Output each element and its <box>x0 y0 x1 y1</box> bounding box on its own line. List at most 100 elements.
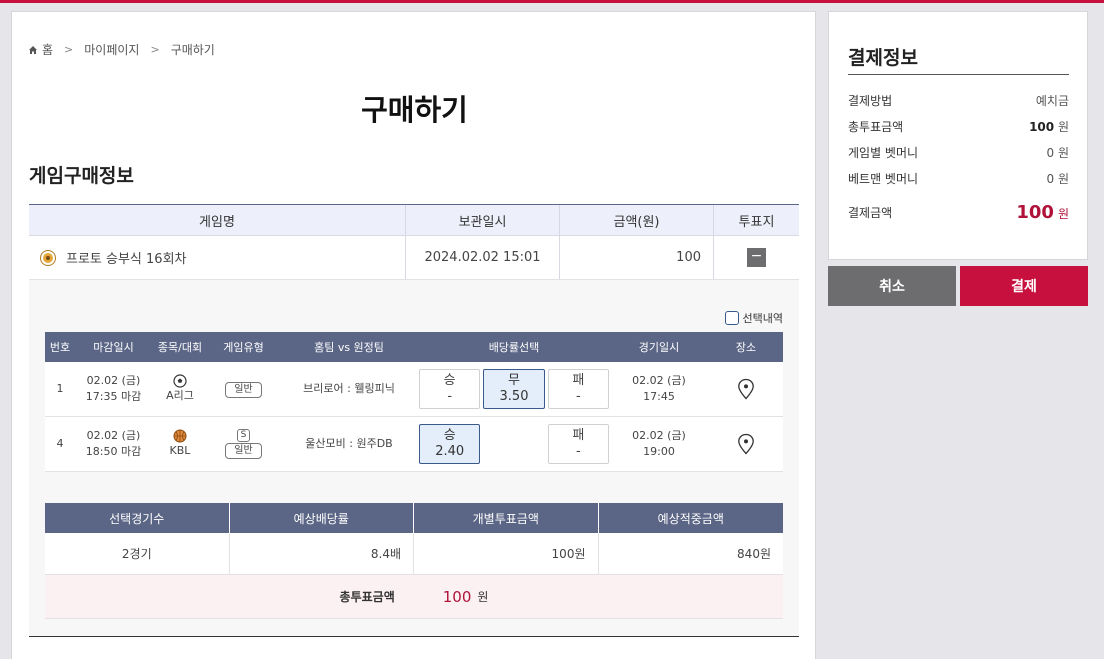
select-history-label: 선택내역 <box>742 312 783 325</box>
chevron-right-icon: > <box>150 43 160 56</box>
breadcrumb: 홈 > 마이페이지 > 구매하기 <box>28 41 215 58</box>
league-name: KBL <box>169 444 191 457</box>
payment-total-value: 100 <box>1016 202 1054 223</box>
match-date: 02.02 (금) <box>632 374 686 387</box>
odds-cell: 승- 무 3.50 패- <box>419 369 609 409</box>
payment-title: 결제정보 <box>848 47 918 69</box>
breadcrumb-mypage[interactable]: 마이페이지 <box>84 41 139 58</box>
expected-payout: 840원 <box>737 547 771 561</box>
game-betmoney-row: 게임별 벳머니 0 원 <box>848 144 1069 161</box>
match-date-cell: 02.02 (금) 19:00 <box>609 428 709 460</box>
basketball-icon <box>173 429 187 443</box>
game-row: 프로토 승부식 16회차 2024.02.02 15:01 100 − <box>29 236 799 280</box>
teams: 브리로어 : 웰링피닉 <box>303 382 395 395</box>
checkbox-icon[interactable] <box>724 311 739 325</box>
deadline-cell: 02.02 (금) 18:50 마감 <box>75 428 152 460</box>
breadcrumb-home[interactable]: 홈 <box>42 41 53 58</box>
match-table-header: 번호 마감일시 종목/대회 게임유형 홈팀 vs 원정팀 배당률선택 경기일시 … <box>45 332 783 362</box>
deadline-date: 02.02 (금) <box>86 429 141 442</box>
collapse-button[interactable]: − <box>747 248 766 267</box>
match-time: 17:45 <box>643 390 675 403</box>
league-cell: A리그 <box>152 374 208 404</box>
col-deadline: 마감일시 <box>93 341 134 354</box>
total-vote-unit: 원 <box>477 590 489 604</box>
divider <box>848 74 1069 75</box>
col-amount: 금액(원) <box>560 205 714 235</box>
total-vote-amount-row: 총투표금액 100 원 <box>848 118 1069 135</box>
total-vote-label: 총투표금액 <box>339 590 395 604</box>
odds-cell: 승 2.40 패- <box>419 424 609 464</box>
odds-draw-button[interactable]: 무 3.50 <box>483 369 545 409</box>
col-individual-amount: 개별투표금액 <box>414 503 599 533</box>
location-pin-icon[interactable] <box>737 433 755 455</box>
col-saved-at: 보관일시 <box>406 205 560 235</box>
betman-betmoney-row: 베트맨 벳머니 0 원 <box>848 170 1069 187</box>
target-icon <box>41 250 55 265</box>
odds-value: 2.40 <box>435 444 465 459</box>
col-venue: 장소 <box>735 341 757 354</box>
odds-label: 승 <box>443 428 456 443</box>
match-no: 1 <box>56 382 64 395</box>
payment-value: 100 <box>1029 120 1055 134</box>
match-date: 02.02 (금) <box>632 429 686 442</box>
location-pin-icon[interactable] <box>737 378 755 400</box>
home-icon <box>29 45 37 54</box>
game-type-cell: S 일반 <box>208 429 279 459</box>
odds-label: 패 <box>572 428 585 443</box>
odds-value: 3.50 <box>499 389 529 404</box>
match-date-cell: 02.02 (금) 17:45 <box>609 373 709 405</box>
odds-value: - <box>575 444 581 459</box>
league-cell: KBL <box>152 429 208 459</box>
col-teams: 홈팀 vs 원정팀 <box>314 341 384 354</box>
venue-cell <box>709 378 783 400</box>
odds-label: 패 <box>572 373 585 388</box>
match-table: 번호 마감일시 종목/대회 게임유형 홈팀 vs 원정팀 배당률선택 경기일시 … <box>45 332 783 472</box>
col-selected-count: 선택경기수 <box>45 503 230 533</box>
select-history-checkbox[interactable]: 선택내역 <box>724 310 783 326</box>
payment-value: 0 <box>1046 146 1055 160</box>
payment-unit: 원 <box>1057 146 1069 160</box>
game-type-badge: 일반 <box>225 381 262 398</box>
odds-win-button[interactable]: 승- <box>419 369 481 409</box>
page-title: 구매하기 <box>361 93 468 127</box>
ticket-cell: − <box>714 236 799 279</box>
payment-total-row: 결제금액 100 원 <box>848 202 1069 223</box>
summary-row: 2경기 8.4배 100원 840원 <box>45 533 783 575</box>
payment-method-row: 결제방법 예치금 <box>848 92 1069 109</box>
payment-unit: 원 <box>1057 120 1069 134</box>
league-name: A리그 <box>166 389 194 402</box>
col-ticket: 투표지 <box>738 214 775 230</box>
odds-label: 승 <box>443 373 456 388</box>
col-game-type: 게임유형 <box>223 341 264 354</box>
col-league: 종목/대회 <box>157 341 203 354</box>
game-table: 게임명 보관일시 금액(원) 투표지 프로토 승부식 16회차 2024.02.… <box>29 204 799 280</box>
summary-table: 선택경기수 예상배당률 개별투표금액 예상적중금액 2경기 8.4배 100원 … <box>45 503 783 619</box>
saved-at: 2024.02.02 15:01 <box>406 236 560 279</box>
total-vote-value: 100 <box>442 587 472 606</box>
payment-unit: 원 <box>1057 172 1069 186</box>
individual-amount: 100원 <box>414 533 599 574</box>
odds-lose-button[interactable]: 패- <box>547 424 609 464</box>
payment-label: 총투표금액 <box>848 120 904 134</box>
odds-value: - <box>447 389 453 404</box>
deadline-time: 17:35 마감 <box>85 390 142 403</box>
breadcrumb-current: 구매하기 <box>170 43 215 57</box>
game-table-header: 게임명 보관일시 금액(원) 투표지 <box>29 205 799 236</box>
payment-value: 예치금 <box>1035 94 1069 108</box>
game-name: 프로토 승부식 16회차 <box>66 252 187 267</box>
payment-value: 0 <box>1046 172 1055 186</box>
chevron-right-icon: > <box>64 43 74 56</box>
odds-win-button[interactable]: 승 2.40 <box>419 424 481 464</box>
pay-button[interactable]: 결제 <box>960 266 1088 306</box>
cancel-button[interactable]: 취소 <box>828 266 956 306</box>
total-vote-row: 총투표금액 100 원 <box>45 575 783 619</box>
col-match-date: 경기일시 <box>638 341 680 354</box>
odds-value: - <box>575 389 581 404</box>
teams: 울산모비 : 원주DB <box>305 437 393 450</box>
payment-total-unit: 원 <box>1057 207 1069 221</box>
selected-count: 2경기 <box>45 533 230 574</box>
odds-lose-button[interactable]: 패- <box>547 369 609 409</box>
payment-label: 결제방법 <box>848 94 893 108</box>
deadline-time: 18:50 마감 <box>85 445 142 458</box>
odds-label: 무 <box>508 373 520 388</box>
